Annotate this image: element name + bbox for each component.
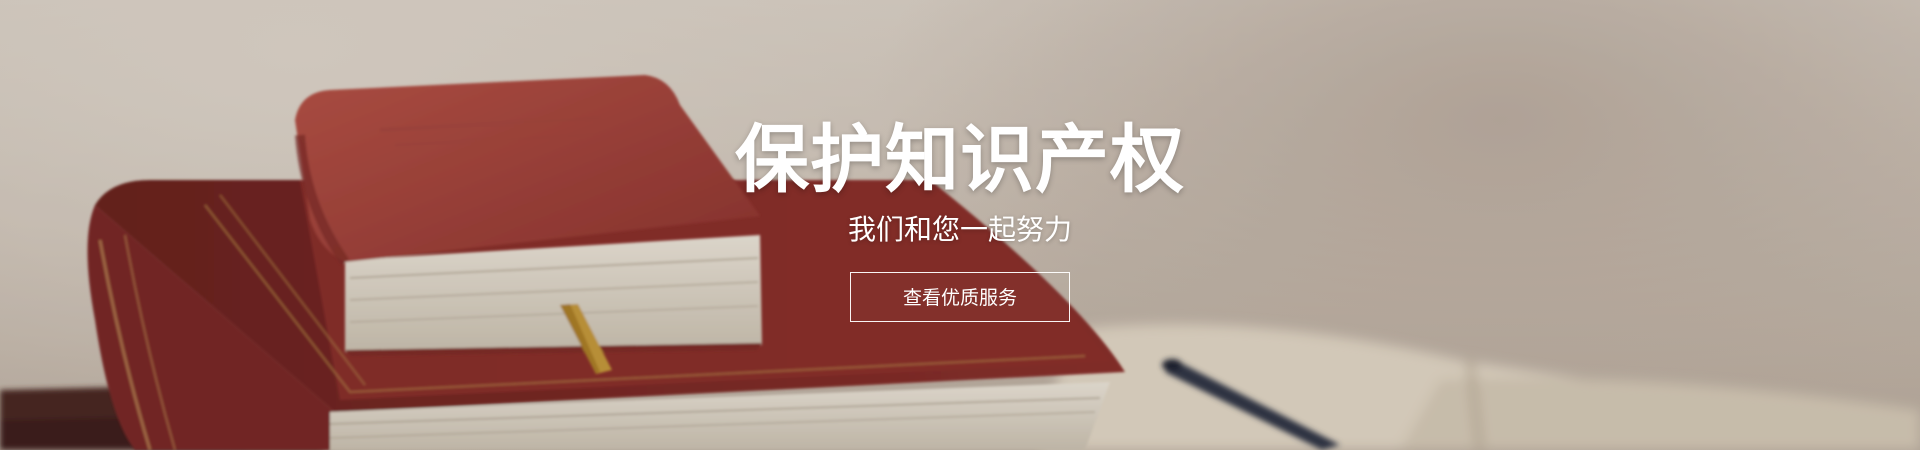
hero-subtitle: 我们和您一起努力 — [847, 213, 1072, 246]
hero-banner: 保护知识产权 我们和您一起努力 查看优质服务 — [0, 0, 1920, 450]
hero-content: 保护知识产权 我们和您一起努力 查看优质服务 — [0, 0, 1920, 450]
hero-title: 保护知识产权 — [735, 117, 1185, 203]
view-services-button[interactable]: 查看优质服务 — [850, 272, 1070, 322]
